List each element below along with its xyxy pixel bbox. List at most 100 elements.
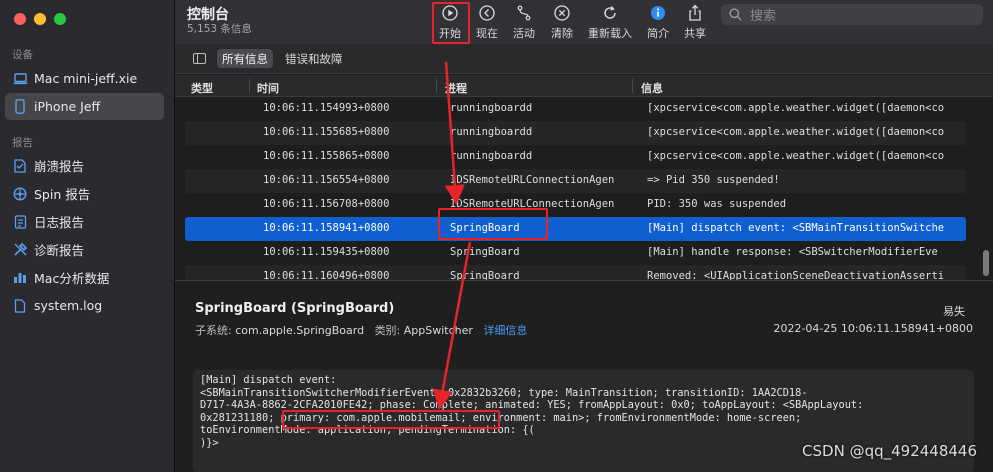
watermark: CSDN @qq_492448446 [802, 442, 977, 460]
message-line: D717-4A3A-8862-2CFA2010FE42; phase: Comp… [200, 399, 864, 412]
row-message: [xpcservice<com.apple.weather.widget([da… [647, 150, 945, 162]
row-time: 10:06:11.154993+0800 [263, 102, 390, 114]
reload-label: 重新载入 [588, 27, 632, 40]
column-header-process[interactable]: 进程 [445, 80, 467, 96]
toolbar: 控制台 5,153 条信息 开始 现在 活动 清除 重新载入 简介 共享 搜索 [175, 0, 993, 44]
sidebar-item-iphone-jeff[interactable]: iPhone Jeff [5, 93, 164, 120]
share-icon [689, 4, 701, 21]
subsystem-value: com.apple.SpringBoard [235, 324, 365, 337]
table-row[interactable]: 10:06:11.156708+0800 IDSRemoteURLConnect… [185, 193, 966, 217]
detail-level: 易失 [943, 305, 965, 318]
filter-errors-faults[interactable]: 错误和故障 [280, 49, 348, 68]
detail-title: SpringBoard (SpringBoard) [195, 301, 395, 316]
table-row[interactable]: 10:06:11.159435+0800 SpringBoard [Main] … [185, 241, 966, 265]
now-label: 现在 [476, 27, 498, 40]
devices-header: 设备 [12, 49, 33, 61]
sidebar-item-system-log[interactable]: system.log [5, 292, 164, 319]
diagnostic-report-icon [12, 242, 28, 258]
message-line: [Main] dispatch event: [200, 374, 337, 386]
row-time: 10:06:11.155685+0800 [263, 126, 390, 138]
minimize-button[interactable] [34, 13, 46, 25]
sidebar-toggle-icon[interactable] [193, 53, 206, 64]
row-process: runningboardd [450, 126, 533, 138]
sidebar-item-spin-reports[interactable]: Spin 报告 [5, 180, 164, 207]
clear-label: 清除 [551, 27, 573, 40]
table-row[interactable]: 10:06:11.160496+0800 SpringBoard Removed… [185, 265, 966, 280]
log-table-header: 类型 时间 进程 信息 [175, 75, 993, 97]
column-header-time[interactable]: 时间 [257, 80, 279, 96]
row-process: IDSRemoteURLConnectionAgen [450, 174, 615, 186]
row-process: SpringBoard [450, 222, 520, 234]
column-header-message[interactable]: 信息 [641, 80, 663, 96]
table-scrollbar[interactable] [983, 250, 989, 276]
filter-all-messages[interactable]: 所有信息 [217, 49, 273, 68]
row-message: [Main] dispatch event: <SBMainTransition… [647, 222, 945, 234]
column-divider [632, 79, 633, 93]
row-time: 10:06:11.156554+0800 [263, 174, 390, 186]
search-placeholder: 搜索 [750, 9, 777, 24]
sidebar-item-label: system.log [34, 298, 103, 313]
start-button[interactable]: 开始 [439, 4, 461, 41]
filter-bar: 所有信息 错误和故障 [175, 44, 993, 74]
log-report-icon [12, 214, 28, 230]
row-time: 10:06:11.159435+0800 [263, 246, 390, 258]
sidebar-item-log-reports[interactable]: 日志报告 [5, 208, 164, 235]
activities-label: 活动 [513, 27, 535, 40]
reload-button[interactable]: 重新载入 [588, 4, 632, 41]
row-message: [Main] handle response: <SBSwitcherModif… [647, 246, 938, 258]
clear-icon [554, 5, 570, 21]
sidebar: 设备 Mac mini-jeff.xie iPhone Jeff 报告 崩溃报告… [0, 0, 175, 472]
column-header-type[interactable]: 类型 [191, 80, 213, 96]
share-label: 共享 [684, 27, 706, 40]
zoom-button[interactable] [54, 13, 66, 25]
share-button[interactable]: 共享 [684, 4, 706, 41]
search-field[interactable]: 搜索 [721, 4, 983, 25]
row-process: runningboardd [450, 102, 533, 114]
sidebar-item-mac-mini[interactable]: Mac mini-jeff.xie [5, 65, 164, 92]
search-icon [729, 8, 742, 21]
crash-report-icon [12, 158, 28, 174]
start-label: 开始 [439, 27, 461, 40]
reports-header: 报告 [12, 137, 33, 149]
sidebar-item-label: 日志报告 [34, 215, 85, 230]
column-divider [249, 79, 250, 93]
info-icon [651, 6, 665, 20]
row-process: IDSRemoteURLConnectionAgen [450, 198, 615, 210]
row-process: SpringBoard [450, 246, 520, 258]
subsystem-label: 子系统: [195, 324, 232, 337]
row-message: [xpcservice<com.apple.weather.widget([da… [647, 102, 945, 114]
table-row[interactable]: 10:06:11.155685+0800 runningboardd [xpcs… [185, 121, 966, 145]
close-button[interactable] [14, 13, 26, 25]
clear-button[interactable]: 清除 [551, 4, 573, 41]
row-message: [xpcservice<com.apple.weather.widget([da… [647, 126, 945, 138]
table-row[interactable]: 10:06:11.155865+0800 runningboardd [xpcs… [185, 145, 966, 169]
row-time: 10:06:11.160496+0800 [263, 270, 390, 280]
row-process: SpringBoard [450, 270, 520, 280]
activities-button[interactable]: 活动 [513, 4, 535, 41]
category-label: 类别: [374, 324, 401, 337]
message-line: <SBMainTransitionSwitcherModifierEvent: … [200, 386, 808, 399]
play-icon [442, 5, 458, 21]
log-table: 10:06:11.154993+0800 runningboardd [xpcs… [185, 97, 966, 280]
more-info-link[interactable]: 详细信息 [483, 324, 527, 337]
detail-date: 2022-04-25 10:06:11.158941+0800 [773, 322, 973, 335]
sidebar-item-crash-reports[interactable]: 崩溃报告 [5, 152, 164, 179]
message-line: 0x281231180; primary: com.apple.mobilema… [200, 411, 802, 424]
sidebar-item-mac-analytics[interactable]: Mac分析数据 [5, 264, 164, 291]
info-button[interactable]: 简介 [647, 4, 669, 41]
sidebar-item-label: Mac mini-jeff.xie [34, 71, 138, 86]
table-row[interactable]: 10:06:11.156554+0800 IDSRemoteURLConnect… [185, 169, 966, 193]
now-button[interactable]: 现在 [476, 4, 498, 41]
row-message: PID: 350 was suspended [647, 198, 787, 210]
message-count: 5,153 条信息 [187, 23, 252, 35]
sidebar-item-label: Mac分析数据 [34, 271, 110, 286]
row-process: runningboardd [450, 150, 533, 162]
table-row-selected[interactable]: 10:06:11.158941+0800 SpringBoard [Main] … [185, 217, 966, 241]
sidebar-item-diagnostic-reports[interactable]: 诊断报告 [5, 236, 164, 263]
scroll-to-now-icon [479, 5, 495, 21]
reload-icon [604, 6, 616, 19]
window-controls [14, 13, 66, 25]
column-divider [436, 79, 437, 93]
laptop-icon [12, 71, 28, 87]
table-row[interactable]: 10:06:11.154993+0800 runningboardd [xpcs… [185, 97, 966, 121]
